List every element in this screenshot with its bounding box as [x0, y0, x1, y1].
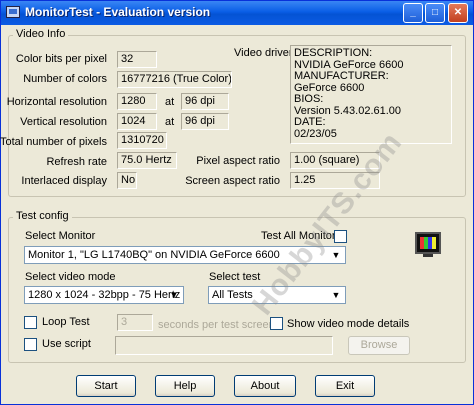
maximize-button[interactable]: □ [425, 3, 445, 23]
dropdown-arrow-icon[interactable]: ▼ [167, 288, 181, 302]
video-driver-memo: DESCRIPTION: NVIDIA GeForce 6600 MANUFAC… [290, 45, 452, 144]
color-bits-field: 32 [117, 51, 157, 68]
driver-line: BIOS: [294, 93, 324, 105]
h-res-label: Horizontal resolution [6, 96, 107, 108]
driver-line: DATE: [294, 116, 326, 128]
help-button[interactable]: Help [155, 375, 215, 397]
loop-test-label[interactable]: Loop Test [42, 316, 90, 328]
select-monitor-label: Select Monitor [25, 230, 96, 242]
minimize-button[interactable]: _ [403, 3, 423, 23]
interlaced-field: No [117, 172, 137, 189]
use-script-label[interactable]: Use script [42, 338, 91, 350]
h-res-dpi-field: 96 dpi [181, 93, 229, 110]
driver-line: MANUFACTURER: [294, 70, 389, 82]
v-res-dpi-field: 96 dpi [181, 113, 229, 130]
h-res-at: at [165, 96, 175, 108]
video-info-legend: Video Info [13, 28, 69, 40]
video-mode-select[interactable]: 1280 x 1024 - 32bpp - 75 Hertz ▼ [24, 286, 184, 304]
video-driver-label: Video driver [234, 47, 293, 59]
select-test-label: Select test [209, 271, 261, 283]
interlaced-label: Interlaced display [21, 175, 107, 187]
monitor-test-icon [415, 232, 441, 257]
video-mode-value: 1280 x 1024 - 32bpp - 75 Hertz [28, 289, 181, 301]
v-res-at: at [165, 116, 175, 128]
app-monitor-icon [6, 6, 20, 18]
h-res-field: 1280 [117, 93, 157, 110]
total-pixels-label: Total number of pixels [0, 136, 107, 148]
test-config-legend: Test config [13, 210, 72, 222]
close-button[interactable]: ✕ [448, 3, 468, 23]
v-res-field: 1024 [117, 113, 157, 130]
use-script-checkbox[interactable] [24, 338, 37, 351]
seconds-per-test-label: seconds per test screen [158, 319, 275, 331]
color-bits-label: Color bits per pixel [15, 53, 107, 65]
start-button[interactable]: Start [76, 375, 136, 397]
total-pixels-field: 1310720 [117, 132, 167, 149]
script-path-input[interactable] [115, 336, 333, 355]
refresh-rate-field: 75.0 Hertz [117, 152, 177, 169]
seconds-per-test-input[interactable]: 3 [117, 314, 153, 331]
exit-button[interactable]: Exit [315, 375, 375, 397]
loop-test-checkbox[interactable] [24, 316, 37, 329]
dropdown-arrow-icon[interactable]: ▼ [329, 288, 343, 302]
v-res-label: Vertical resolution [20, 116, 107, 128]
dropdown-arrow-icon[interactable]: ▼ [329, 248, 343, 262]
title-bar[interactable]: MonitorTest - Evaluation version _ □ ✕ [1, 1, 473, 25]
pixel-aspect-label: Pixel aspect ratio [196, 155, 280, 167]
browse-button[interactable]: Browse [348, 336, 410, 355]
monitor-select-value: Monitor 1, "LG L1740BQ" on NVIDIA GeForc… [28, 249, 280, 261]
num-colors-field: 16777216 (True Color) [117, 71, 232, 88]
refresh-rate-label: Refresh rate [46, 156, 107, 168]
window-title: MonitorTest - Evaluation version [25, 5, 211, 19]
monitortest-window: MonitorTest - Evaluation version _ □ ✕ V… [0, 0, 474, 405]
video-mode-label: Select video mode [25, 271, 116, 283]
about-button[interactable]: About [234, 375, 296, 397]
driver-line: 02/23/05 [294, 127, 337, 140]
num-colors-label: Number of colors [23, 73, 107, 85]
show-details-label[interactable]: Show video mode details [287, 318, 409, 330]
screen-aspect-label: Screen aspect ratio [185, 175, 280, 187]
driver-line: DESCRIPTION: [294, 47, 373, 59]
